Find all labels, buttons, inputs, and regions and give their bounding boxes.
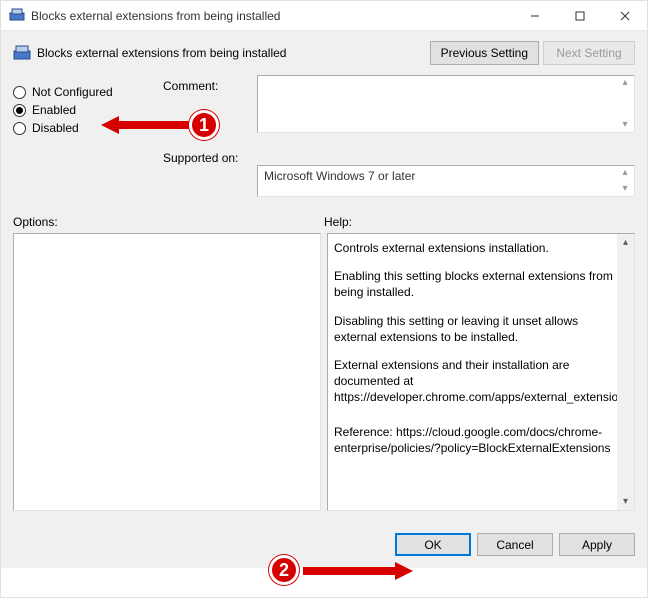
options-pane bbox=[13, 233, 321, 511]
ok-label: OK bbox=[424, 538, 441, 552]
config-section: Not Configured Enabled Disabled Comment:… bbox=[13, 75, 635, 197]
minimize-button[interactable] bbox=[512, 1, 557, 30]
ok-button[interactable]: OK bbox=[395, 533, 471, 556]
help-text: Enabling this setting blocks external ex… bbox=[334, 268, 616, 300]
radio-label: Not Configured bbox=[32, 85, 113, 99]
radio-icon bbox=[13, 122, 26, 135]
radio-not-configured[interactable]: Not Configured bbox=[13, 85, 153, 99]
help-text: Disabling this setting or leaving it uns… bbox=[334, 313, 616, 345]
apply-button[interactable]: Apply bbox=[559, 533, 635, 556]
window-buttons bbox=[512, 1, 647, 30]
help-text: External extensions and their installati… bbox=[334, 357, 616, 406]
top-row: Blocks external extensions from being in… bbox=[1, 31, 647, 69]
radio-label: Disabled bbox=[32, 121, 79, 135]
scroll-down-icon: ▾ bbox=[618, 184, 632, 194]
options-label: Options: bbox=[13, 215, 58, 229]
state-radios: Not Configured Enabled Disabled bbox=[13, 75, 153, 197]
radio-icon bbox=[13, 104, 26, 117]
supported-on-label: Supported on: bbox=[163, 151, 238, 165]
comment-textarea[interactable]: ▴ ▾ bbox=[257, 75, 635, 133]
previous-setting-label: Previous Setting bbox=[441, 46, 528, 60]
radio-label: Enabled bbox=[32, 103, 76, 117]
maximize-button[interactable] bbox=[557, 1, 602, 30]
comment-label: Comment: bbox=[163, 79, 218, 93]
scrollbar[interactable]: ▴ ▾ bbox=[617, 234, 634, 510]
supported-on-field: Microsoft Windows 7 or later ▴ ▾ bbox=[257, 165, 635, 197]
supported-on-value: Microsoft Windows 7 or later bbox=[264, 169, 415, 183]
scroll-down-icon: ▾ bbox=[618, 120, 632, 130]
help-label: Help: bbox=[324, 215, 352, 229]
help-text: Reference: https://cloud.google.com/docs… bbox=[334, 424, 616, 456]
radio-enabled[interactable]: Enabled bbox=[13, 103, 153, 117]
cancel-button[interactable]: Cancel bbox=[477, 533, 553, 556]
titlebar: Blocks external extensions from being in… bbox=[1, 1, 647, 31]
close-button[interactable] bbox=[602, 1, 647, 30]
scroll-up-icon: ▴ bbox=[618, 78, 632, 88]
policy-icon bbox=[13, 43, 31, 64]
policy-title: Blocks external extensions from being in… bbox=[37, 46, 286, 60]
next-setting-label: Next Setting bbox=[556, 46, 621, 60]
gpedit-icon bbox=[9, 6, 25, 25]
previous-setting-button[interactable]: Previous Setting bbox=[430, 41, 539, 65]
window-title: Blocks external extensions from being in… bbox=[31, 9, 280, 23]
apply-label: Apply bbox=[582, 538, 612, 552]
cancel-label: Cancel bbox=[496, 538, 533, 552]
help-text: Controls external extensions installatio… bbox=[334, 240, 616, 256]
scroll-up-icon[interactable]: ▴ bbox=[617, 234, 634, 251]
scroll-down-icon[interactable]: ▾ bbox=[617, 493, 634, 510]
radio-disabled[interactable]: Disabled bbox=[13, 121, 153, 135]
body: Not Configured Enabled Disabled Comment:… bbox=[1, 69, 647, 521]
help-pane: Controls external extensions installatio… bbox=[327, 233, 635, 511]
scroll-up-icon: ▴ bbox=[618, 168, 632, 178]
next-setting-button: Next Setting bbox=[543, 41, 635, 65]
footer: OK Cancel Apply bbox=[1, 521, 647, 568]
radio-icon bbox=[13, 86, 26, 99]
